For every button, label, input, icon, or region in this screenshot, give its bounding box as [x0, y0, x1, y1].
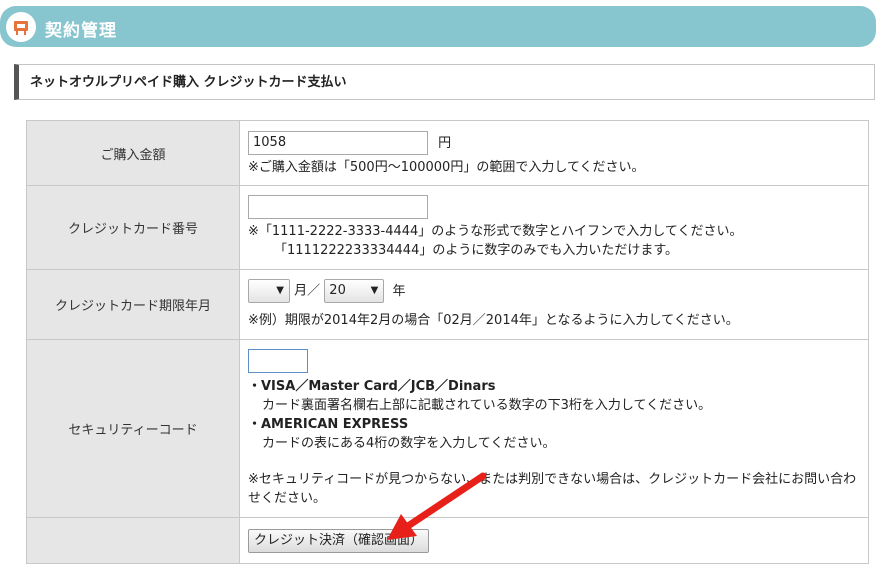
amount-row: ご購入金額 1058 円 ※ご購入金額は「500円～100000円」の範囲で入力… — [26, 120, 869, 186]
page-title: 契約管理 — [45, 21, 117, 41]
chevron-down-icon: ▼ — [276, 285, 284, 296]
security-note: ※セキュリティコードが見つからない、または判別できない場合は、クレジットカード会… — [248, 472, 857, 506]
expiry-month-suffix: 月／ — [294, 283, 321, 299]
expiry-year-value: 20 — [329, 283, 346, 298]
submit-label-cell — [26, 517, 240, 564]
security-brand-amex: ・AMERICAN EXPRESS — [248, 417, 409, 432]
security-code-label: セキュリティーコード — [26, 339, 240, 518]
contract-icon — [6, 12, 36, 42]
security-code-input[interactable] — [248, 349, 308, 373]
amount-unit: 円 — [438, 135, 452, 151]
chevron-down-icon: ▼ — [370, 285, 379, 296]
expiry-label: クレジットカード期限年月 — [26, 269, 240, 340]
security-brand-amex-desc: カードの表にある4桁の数字を入力してください。 — [262, 436, 556, 451]
security-brand-visa: ・VISA／Master Card／JCB／Dinars — [248, 379, 496, 394]
expiry-year-suffix: 年 — [392, 283, 406, 299]
expiry-month-select[interactable]: ▼ — [248, 279, 290, 303]
section-header: 契約管理 — [0, 6, 876, 47]
expiry-year-select[interactable]: 20 ▼ — [324, 279, 385, 303]
security-brand-visa-desc: カード裏面署名欄右上部に記載されている数字の下3桁を入力してください。 — [262, 398, 712, 413]
expiry-row: クレジットカード期限年月 ▼ 月／ 20 ▼ 年 ※例）期限が2014年2月の場… — [26, 269, 869, 340]
card-number-note: ※「1111-2222-3333-4444」のような形式で数字とハイフンで入力し… — [248, 224, 743, 239]
amount-note: ※ご購入金額は「500円～100000円」の範囲で入力してください。 — [248, 160, 645, 175]
card-number-input[interactable] — [248, 195, 428, 219]
amount-input[interactable]: 1058 — [248, 131, 428, 155]
form-subheading: ネットオウルプリペイド購入 クレジットカード支払い — [14, 64, 875, 100]
arrow-annotation-icon — [387, 472, 487, 540]
expiry-note: ※例）期限が2014年2月の場合「02月／2014年」となるように入力してくださ… — [248, 313, 739, 328]
card-number-label: クレジットカード番号 — [26, 185, 240, 270]
amount-label: ご購入金額 — [26, 120, 240, 186]
card-number-note-2: 「1111222233334444」のように数字のみでも入力いただけます。 — [274, 243, 679, 258]
card-number-row: クレジットカード番号 ※「1111-2222-3333-4444」のような形式で… — [26, 185, 869, 270]
